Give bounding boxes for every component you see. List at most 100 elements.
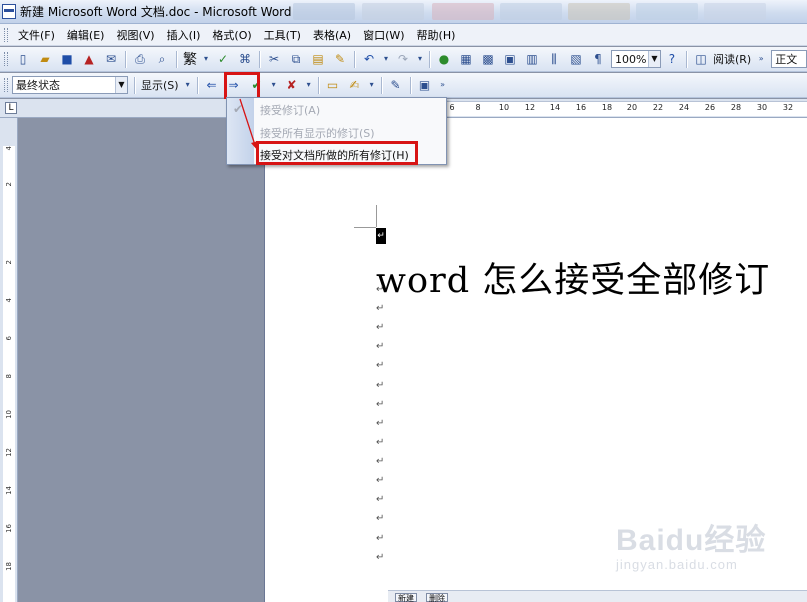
toolbar-grip[interactable]	[4, 52, 8, 66]
insert-comment-icon[interactable]: ▭	[325, 77, 341, 93]
ruler-tick: 4	[5, 146, 13, 151]
toolbar-separator	[409, 76, 411, 94]
dropdown-arrow-icon[interactable]: ▾	[306, 77, 312, 93]
ruler-tick: 14	[549, 103, 561, 112]
spelling-icon[interactable]: ✓	[215, 51, 231, 67]
insert-table-icon[interactable]: ▩	[480, 51, 496, 67]
dropdown-arrow-icon[interactable]: ▾	[203, 51, 209, 67]
menu-item-highlight	[256, 141, 418, 165]
track-changes-icon[interactable]: ✎	[388, 77, 404, 93]
read-mode-icon[interactable]: ◫	[693, 51, 709, 67]
dropdown-arrow-icon[interactable]: ▾	[417, 51, 423, 67]
ruler-tick: 4	[5, 298, 13, 303]
menu-format[interactable]: 格式(O)	[206, 27, 257, 43]
read-mode-button[interactable]: 阅读(R)	[710, 51, 754, 67]
paragraph-mark: ↵	[376, 360, 385, 371]
save-icon[interactable]: ■	[59, 51, 75, 67]
toolbar-options-icon[interactable]: »	[757, 51, 765, 67]
menu-insert[interactable]: 插入(I)	[161, 27, 207, 43]
paste-icon[interactable]: ▤	[310, 51, 326, 67]
ruler-tick: 18	[5, 562, 13, 571]
drawing-toolbar-strip	[388, 590, 807, 602]
dropdown-arrow-icon[interactable]: ▾	[271, 77, 277, 93]
delete-button[interactable]: 删除	[426, 593, 448, 602]
ruler-tick: 6	[5, 336, 13, 341]
background-tab-ghost	[636, 3, 698, 20]
reject-change-icon[interactable]: ✘	[284, 77, 300, 93]
insert-excel-icon[interactable]: ▣	[502, 51, 518, 67]
watermark-logo: Baidu经验	[616, 524, 767, 557]
ruler-tick: 26	[704, 103, 716, 112]
crop-mark	[354, 227, 376, 228]
paragraph-mark: ↵	[376, 437, 385, 448]
paragraph-mark: ↵	[376, 475, 385, 486]
title-bar: 新建 Microsoft Word 文档.doc - Microsoft Wor…	[0, 0, 807, 24]
menu-edit[interactable]: 编辑(E)	[61, 27, 111, 43]
menu-tools[interactable]: 工具(T)	[258, 27, 307, 43]
hyperlink-icon[interactable]: ●	[436, 51, 452, 67]
open-folder-icon[interactable]: ▰	[37, 51, 53, 67]
ruler-tick: 8	[5, 374, 13, 379]
toolbar-grip[interactable]	[4, 27, 8, 42]
paragraph-mark: ↵	[376, 399, 385, 410]
ruler-tick: 8	[475, 103, 481, 112]
menu-table[interactable]: 表格(A)	[307, 27, 357, 43]
redo-icon[interactable]: ↷	[395, 51, 411, 67]
print-icon[interactable]: ⎙	[132, 51, 148, 67]
style-value: 正文	[775, 53, 798, 66]
standard-toolbar: ▯ ▰ ■ ▲ ✉ ⎙ ⌕ 繁 ▾ ✓ ⌘ ✂ ⧉ ▤ ✎ ↶ ▾ ↷ ▾ ● …	[0, 47, 807, 72]
show-hide-icon[interactable]: ¶	[590, 51, 606, 67]
word-app-icon[interactable]	[2, 4, 16, 19]
document-heading[interactable]: word 怎么接受全部修订	[376, 252, 770, 303]
background-tab-ghost	[432, 3, 494, 20]
dropdown-arrow-icon[interactable]: ▾	[369, 77, 375, 93]
reviewing-pane-icon[interactable]: ▣	[417, 77, 433, 93]
dropdown-arrow-icon[interactable]: ▾	[383, 51, 389, 67]
zoom-select[interactable]: 100% ▼	[611, 50, 661, 68]
menu-item-accept-change[interactable]: 接受修订(A)	[260, 102, 320, 118]
chevron-down-icon[interactable]: ▼	[647, 51, 660, 67]
display-for-review-value: 最终状态	[16, 79, 60, 92]
format-painter-icon[interactable]: ✎	[332, 51, 348, 67]
baidu-jingyan-watermark: Baidu经验 jingyan.baidu.com	[616, 515, 766, 572]
menu-item-accept-all-shown[interactable]: 接受所有显示的修订(S)	[260, 125, 375, 141]
email-icon[interactable]: ✉	[103, 51, 119, 67]
paragraph-mark: ↵	[376, 322, 385, 333]
copy-icon[interactable]: ⧉	[288, 51, 304, 67]
style-select[interactable]: 正文	[771, 50, 807, 68]
toolbar-separator	[380, 76, 382, 94]
document-map-icon[interactable]: ▧	[568, 51, 584, 67]
crop-mark	[376, 205, 377, 227]
dropdown-arrow-icon[interactable]: ▾	[185, 77, 191, 93]
tables-borders-icon[interactable]: ▦	[458, 51, 474, 67]
toolbar-separator	[429, 50, 430, 68]
show-menu-button[interactable]: 显示(S)	[138, 77, 182, 93]
new-document-icon[interactable]: ▯	[15, 51, 31, 67]
menu-help[interactable]: 帮助(H)	[411, 27, 462, 43]
paragraph-mark: ↵	[376, 533, 385, 544]
display-for-review-select[interactable]: 最终状态 ▼	[12, 76, 128, 94]
toolbar-grip[interactable]	[4, 78, 8, 92]
previous-change-icon[interactable]: ⇐	[204, 77, 220, 93]
menu-window[interactable]: 窗口(W)	[357, 27, 410, 43]
tab-selector[interactable]: L	[5, 102, 17, 114]
columns-icon[interactable]: ▥	[524, 51, 540, 67]
new-button[interactable]: 新建	[395, 593, 417, 602]
help-icon[interactable]: ?	[664, 51, 680, 67]
menu-file[interactable]: 文件(F)	[12, 27, 61, 43]
ruler-tick: 12	[5, 448, 13, 457]
traditional-chinese-button[interactable]: 繁	[180, 49, 200, 69]
chevron-down-icon[interactable]: ▼	[115, 77, 127, 93]
drawing-icon[interactable]: ⫼	[546, 51, 562, 67]
toolbar-options-icon[interactable]: »	[439, 77, 447, 93]
toolbar-separator	[259, 50, 260, 68]
permission-icon[interactable]: ▲	[81, 51, 97, 67]
zoom-value: 100%	[615, 52, 647, 66]
research-icon[interactable]: ⌘	[237, 51, 253, 67]
undo-icon[interactable]: ↶	[361, 51, 377, 67]
menu-view[interactable]: 视图(V)	[110, 27, 160, 43]
toolbar-separator	[176, 50, 177, 68]
cut-icon[interactable]: ✂	[266, 51, 282, 67]
highlight-icon[interactable]: ✍	[347, 77, 363, 93]
print-preview-icon[interactable]: ⌕	[154, 51, 170, 67]
